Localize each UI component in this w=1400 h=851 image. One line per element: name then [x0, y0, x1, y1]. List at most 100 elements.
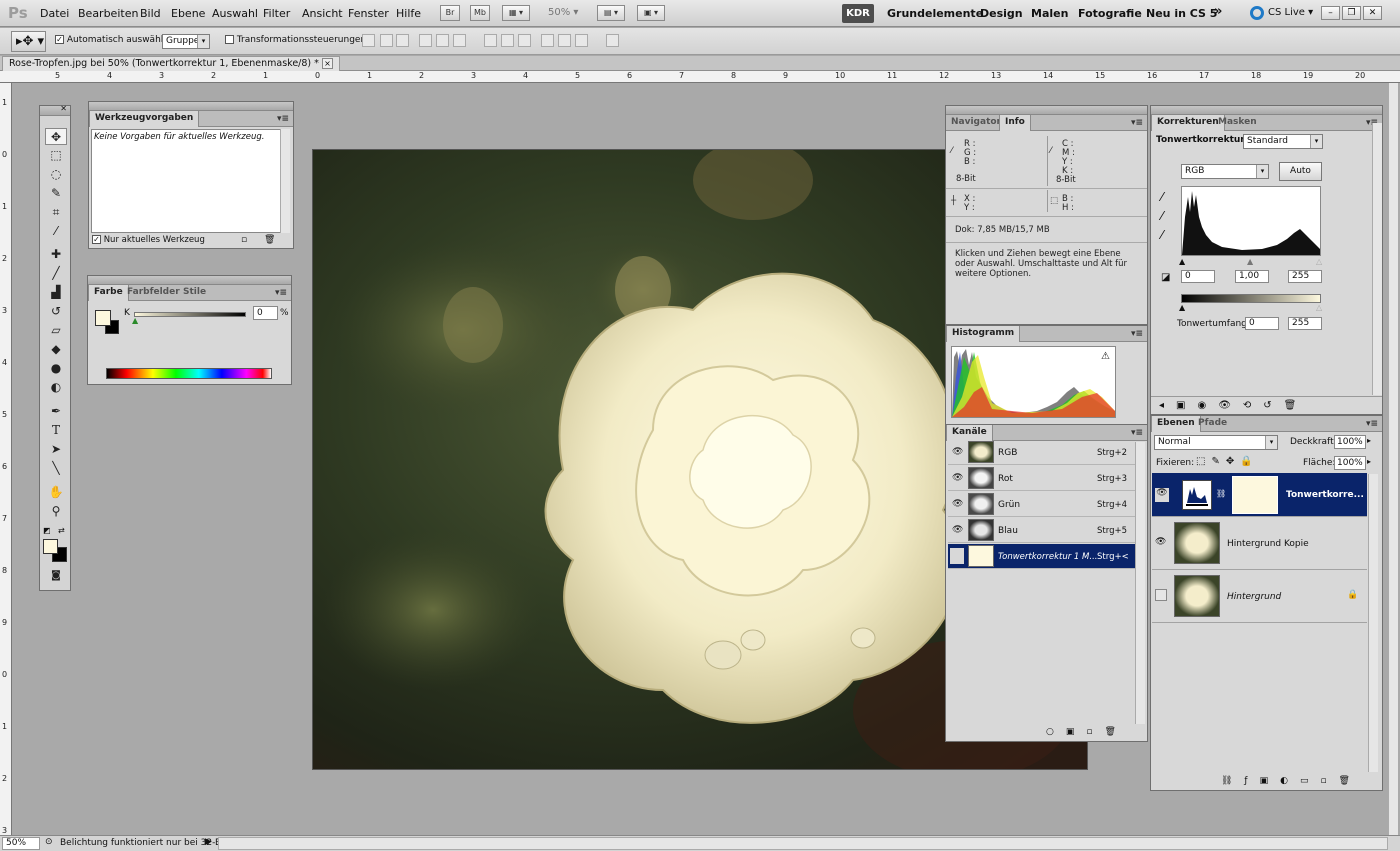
lasso-tool-icon[interactable]: ◌ [45, 166, 67, 183]
layer-row-levels[interactable]: 👁 ⛓ Tonwertkorre... [1152, 473, 1367, 517]
align-left-icon[interactable] [419, 34, 432, 47]
tool-preset-picker[interactable]: ▸✥ ▾ [11, 31, 46, 52]
tab-histogramm[interactable]: Histogramm [946, 326, 1021, 342]
panel-menu-icon[interactable]: ▾≡ [1131, 118, 1143, 128]
foreground-color-swatch[interactable] [43, 539, 58, 554]
quick-selection-tool-icon[interactable]: ✎ [45, 185, 67, 202]
layer-row-background[interactable]: Hintergrund 🔒 [1152, 571, 1367, 623]
input-white-slider-handle[interactable]: △ [1316, 257, 1322, 266]
swap-colors-icon[interactable]: ⇄ [58, 526, 65, 535]
visibility-toggle[interactable] [950, 548, 964, 564]
mini-bridge-button[interactable]: Mb [470, 5, 490, 21]
zoom-level-dropdown[interactable]: 50% ▾ [548, 7, 578, 18]
input-black-field[interactable]: 0 [1181, 270, 1215, 283]
paint-bucket-tool-icon[interactable]: ◆ [45, 341, 67, 358]
auto-select-checkbox[interactable]: ✓ [55, 35, 64, 44]
output-black-slider-handle[interactable]: ▲ [1179, 303, 1185, 312]
distribute-vcenter-icon[interactable] [501, 34, 514, 47]
channel-dropdown[interactable]: RGB ▾ [1181, 164, 1269, 179]
menu-hilfe[interactable]: Hilfe [396, 7, 421, 20]
layer-link-icon[interactable]: ⛓ [1216, 489, 1226, 498]
layer-mask-thumbnail[interactable] [1232, 476, 1278, 514]
histogram-warning-icon[interactable]: ⚠ [1101, 351, 1110, 362]
blur-tool-icon[interactable]: ● [45, 360, 67, 377]
input-black-slider-handle[interactable]: ▲ [1179, 257, 1185, 266]
menu-auswahl[interactable]: Auswahl [212, 7, 258, 20]
k-slider[interactable] [134, 312, 246, 317]
layer-row-background-copy[interactable]: 👁 Hintergrund Kopie [1152, 518, 1367, 570]
workspace-malen[interactable]: Malen [1031, 7, 1068, 20]
blend-mode-dropdown[interactable]: Normal ▾ [1154, 435, 1278, 450]
presets-scrollbar[interactable] [280, 129, 290, 233]
menu-datei[interactable]: Datei [40, 7, 69, 20]
minimize-icon[interactable]: – [1321, 6, 1340, 20]
healing-brush-tool-icon[interactable]: ✚ [45, 246, 67, 263]
only-current-tool-option[interactable]: ✓ Nur aktuelles Werkzeug [92, 235, 205, 245]
dodge-tool-icon[interactable]: ◐ [45, 379, 67, 396]
screen-mode-icon[interactable]: ▣ ▾ [637, 5, 665, 21]
panel-menu-icon[interactable]: ▾≡ [277, 114, 289, 124]
visibility-eye-icon[interactable]: 👁 [952, 499, 963, 509]
auto-select-option[interactable]: ✓ Automatisch auswählen: [55, 35, 178, 45]
layers-footer-icons[interactable]: ⛓ƒ▣◐▭▫🗑 [1221, 776, 1362, 786]
visibility-eye-icon[interactable]: 👁 [952, 447, 963, 457]
tab-masken[interactable]: Masken [1213, 115, 1262, 131]
align-top-icon[interactable] [362, 34, 375, 47]
output-white-field[interactable]: 255 [1288, 317, 1322, 330]
only-current-tool-checkbox[interactable]: ✓ [92, 235, 101, 244]
tab-farbfelder[interactable]: Farbfelder [122, 285, 185, 301]
menu-ansicht[interactable]: Ansicht [302, 7, 343, 20]
k-value-input[interactable]: 0 [253, 306, 278, 320]
panel-menu-icon[interactable]: ▾≡ [1366, 419, 1378, 429]
marquee-tool-icon[interactable]: ⬚ [45, 147, 67, 164]
channel-row-rot[interactable]: 👁 Rot Strg+3 [948, 466, 1135, 491]
quick-mask-icon[interactable]: ◙ [45, 567, 67, 584]
workspace-neu-in-cs5[interactable]: Neu in CS 5 [1146, 7, 1217, 20]
panel-menu-icon[interactable]: ▾≡ [275, 288, 287, 298]
fill-input[interactable]: 100% [1334, 456, 1366, 470]
adjustments-footer-icons[interactable]: ◂▣◉👁⟲↺🗑 [1151, 396, 1382, 414]
tab-info[interactable]: Info [999, 115, 1031, 131]
align-hcenter-icon[interactable] [436, 34, 449, 47]
visibility-eye-icon[interactable]: 👁 [952, 473, 963, 483]
channel-row-gruen[interactable]: 👁 Grün Strg+4 [948, 492, 1135, 517]
distribute-left-icon[interactable] [541, 34, 554, 47]
distribute-bottom-icon[interactable] [518, 34, 531, 47]
close-window-icon[interactable]: ✕ [1363, 6, 1382, 20]
k-slider-handle[interactable]: ▲ [132, 316, 138, 325]
line-tool-icon[interactable]: ╲ [45, 460, 67, 477]
visibility-toggle[interactable] [1155, 589, 1167, 601]
lock-options-icons[interactable]: ⬚✎✥🔒 [1196, 456, 1259, 467]
path-selection-tool-icon[interactable]: ➤ [45, 441, 67, 458]
panel-menu-icon[interactable]: ▾≡ [1131, 329, 1143, 339]
align-right-icon[interactable] [453, 34, 466, 47]
history-brush-tool-icon[interactable]: ↺ [45, 303, 67, 320]
restore-icon[interactable]: ❐ [1342, 6, 1361, 20]
clone-stamp-tool-icon[interactable]: ▟ [45, 284, 67, 301]
visibility-eye-icon[interactable]: 👁 [1155, 537, 1166, 547]
zoom-tool-icon[interactable]: ⚲ [45, 503, 67, 520]
align-bottom-icon[interactable] [396, 34, 409, 47]
input-gamma-field[interactable]: 1,00 [1235, 270, 1269, 283]
tab-kanaele[interactable]: Kanäle [946, 425, 993, 441]
black-point-eyedropper-icon[interactable]: ⁄ [1161, 190, 1163, 204]
eyedropper-tool-icon[interactable]: ⁄ [45, 223, 67, 240]
channel-row-mask[interactable]: Tonwertkorrektur 1 M... Strg+< [948, 544, 1135, 569]
workspace-kdr[interactable]: KDR [842, 4, 874, 23]
tab-navigator[interactable]: Navigator [946, 115, 1006, 131]
output-white-slider-handle[interactable]: △ [1316, 303, 1322, 312]
preset-dropdown[interactable]: Standard ▾ [1243, 134, 1323, 149]
opacity-slider-arrow-icon[interactable]: ▸ [1367, 436, 1371, 445]
color-spectrum-bar[interactable] [106, 368, 272, 379]
transform-controls-checkbox[interactable] [225, 35, 234, 44]
auto-align-icon[interactable] [606, 34, 619, 47]
panel-menu-icon[interactable]: ▾≡ [1131, 428, 1143, 438]
color-fg-swatch[interactable] [95, 310, 111, 326]
brush-tool-icon[interactable]: ╱ [45, 265, 67, 282]
menu-bild[interactable]: Bild [140, 7, 161, 20]
crop-tool-icon[interactable]: ⌗ [45, 204, 67, 221]
transform-controls-option[interactable]: Transformationssteuerungen [225, 35, 366, 45]
adjustments-scrollbar[interactable] [1372, 123, 1382, 395]
auto-select-dropdown[interactable]: Gruppe ▾ [162, 34, 210, 49]
input-gamma-slider-handle[interactable]: ▲ [1247, 257, 1253, 266]
